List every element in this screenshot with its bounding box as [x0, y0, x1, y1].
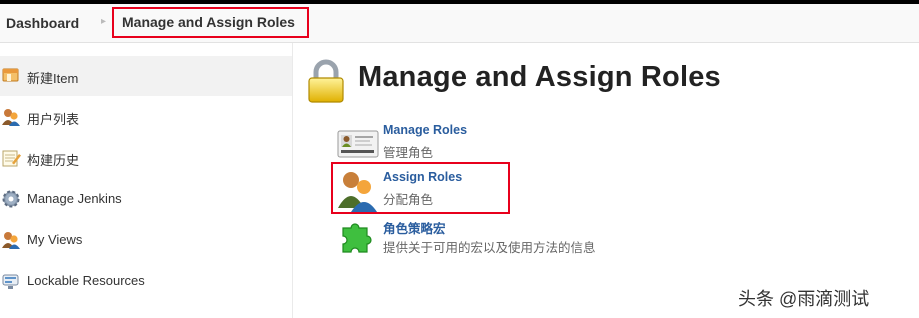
puzzle-icon	[342, 223, 372, 253]
assign-roles-highlight	[331, 162, 510, 214]
gear-icon	[2, 190, 20, 208]
sidebar-item-label: 新建Item	[27, 71, 79, 86]
sidebar-item-manage-jenkins[interactable]: Manage Jenkins	[0, 179, 292, 219]
resource-icon	[2, 274, 19, 289]
page-title: Manage and Assign Roles	[358, 61, 721, 93]
id-card-icon	[337, 130, 379, 158]
sidebar-item-new-item[interactable]: 新建Item	[0, 56, 292, 96]
role-strategy-macros-link[interactable]: 角色策略宏	[383, 218, 446, 237]
sidebar-item-label: My Views	[27, 232, 83, 247]
sidebar-item-label: 构建历史	[27, 153, 80, 168]
sidebar: 新建Item 用户列表 构建历史 Manage Jenkins My Views…	[0, 43, 293, 318]
breadcrumb: Dashboard ▸ Manage and Assign Roles	[0, 4, 919, 43]
sidebar-item-users[interactable]: 用户列表	[0, 97, 292, 137]
role-strategy-macros-item[interactable]: 角色策略宏 提供关于可用的宏以及使用方法的信息	[337, 218, 637, 260]
sidebar-item-label: Manage Jenkins	[27, 191, 122, 206]
new-item-icon	[2, 68, 19, 82]
sidebar-item-my-views[interactable]: My Views	[0, 220, 292, 260]
lock-icon	[308, 59, 344, 103]
user-icon	[2, 232, 20, 249]
breadcrumb-current-link[interactable]: Manage and Assign Roles	[112, 7, 309, 38]
sidebar-item-lockable-resources[interactable]: Lockable Resources	[0, 261, 292, 301]
role-strategy-macros-description: 提供关于可用的宏以及使用方法的信息	[383, 241, 596, 255]
breadcrumb-chevron-icon: ▸	[101, 16, 107, 27]
sidebar-item-label: 用户列表	[27, 112, 80, 127]
breadcrumb-dashboard-link[interactable]: Dashboard	[6, 15, 79, 31]
watermark: 头条 @雨滴测试	[738, 289, 870, 309]
sidebar-item-build-history[interactable]: 构建历史	[0, 138, 292, 178]
users-icon	[2, 109, 20, 126]
notepad-icon	[2, 150, 21, 167]
manage-roles-item[interactable]: Manage Roles 管理角色	[337, 123, 637, 165]
manage-roles-link[interactable]: Manage Roles	[383, 123, 467, 137]
manage-roles-description: 管理角色	[383, 146, 434, 160]
sidebar-item-label: Lockable Resources	[27, 273, 145, 288]
